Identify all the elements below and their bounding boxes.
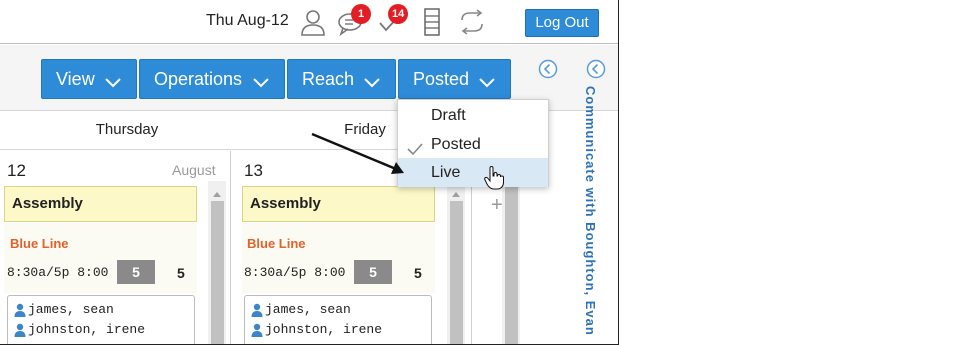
app-window: Thu Aug-12 1 14 Log Out View Operations <box>0 0 619 345</box>
list-item[interactable]: johnston, irene <box>14 322 145 337</box>
shift-time: 8:30a/5p 8:00 <box>244 265 346 280</box>
posted-menu-button[interactable]: Posted <box>398 59 511 99</box>
scrollbar[interactable] <box>502 181 520 344</box>
chevron-down-icon <box>363 73 381 94</box>
collapse-left-icon[interactable] <box>538 59 558 79</box>
scroll-thumb[interactable] <box>450 201 463 344</box>
count-plain: 5 <box>177 265 185 281</box>
day-number: 13 <box>244 161 263 180</box>
view-label: View <box>56 68 95 89</box>
reach-label: Reach <box>302 68 355 89</box>
person-name: johnston, irene <box>265 322 383 337</box>
tasks-badge: 14 <box>388 4 409 24</box>
list-item[interactable]: johnston, irene <box>251 322 382 337</box>
list-icon[interactable] <box>417 7 447 37</box>
event-title[interactable]: Assembly <box>242 186 435 222</box>
event-title[interactable]: Assembly <box>4 186 197 222</box>
day-column-12: 12 August Assembly Blue Line 8:30a/5p 8:… <box>0 151 230 344</box>
people-list: james, sean johnston, irene <box>7 295 195 344</box>
person-name: johnston, irene <box>28 322 146 337</box>
messages-badge: 1 <box>351 4 371 24</box>
count-box: 5 <box>117 260 155 284</box>
people-list: james, sean johnston, irene <box>244 295 432 344</box>
communicate-label[interactable]: Communicate with Boughton, Evan <box>583 86 598 336</box>
count-plain: 5 <box>414 265 422 281</box>
scrollbar[interactable] <box>208 181 226 344</box>
add-event-button[interactable]: + <box>491 194 503 217</box>
person-name: james, sean <box>28 302 114 317</box>
day-number: 12 <box>7 161 26 180</box>
scrollbar[interactable] <box>447 181 465 344</box>
collapse-left-icon[interactable] <box>586 59 606 79</box>
menu-item-posted[interactable]: Posted <box>398 130 548 159</box>
sync-icon[interactable] <box>457 7 487 37</box>
menu-item-label: Live <box>431 164 461 181</box>
menu-item-draft[interactable]: Draft <box>398 101 548 130</box>
user-icon[interactable] <box>298 7 328 37</box>
shift-time: 8:30a/5p 8:00 <box>7 265 109 280</box>
chevron-down-icon <box>478 73 496 94</box>
menu-item-live[interactable]: Live <box>398 158 548 187</box>
reach-menu-button[interactable]: Reach <box>287 59 396 99</box>
scroll-thumb[interactable] <box>505 185 518 344</box>
list-item[interactable]: james, sean <box>251 302 351 317</box>
line-name: Blue Line <box>10 236 69 251</box>
view-menu-button[interactable]: View <box>41 59 137 99</box>
hand-cursor-icon <box>484 165 504 195</box>
top-bar: Thu Aug-12 1 14 Log Out <box>0 0 618 44</box>
operations-menu-button[interactable]: Operations <box>139 59 285 99</box>
scroll-thumb[interactable] <box>211 201 224 344</box>
posted-label: Posted <box>413 68 470 89</box>
line-name: Blue Line <box>247 236 306 251</box>
person-icon <box>14 323 26 337</box>
event-body <box>242 223 435 293</box>
day-header-thursday: Thursday <box>0 112 254 150</box>
menu-item-label: Draft <box>431 107 466 124</box>
person-icon <box>251 303 263 317</box>
person-icon <box>251 323 263 337</box>
list-item[interactable]: james, sean <box>14 302 114 317</box>
posted-dropdown-menu: Draft Posted Live <box>397 99 549 187</box>
column-divider <box>230 151 231 344</box>
menu-item-label: Posted <box>431 136 481 153</box>
person-icon <box>14 303 26 317</box>
chevron-down-icon <box>104 73 122 94</box>
person-name: james, sean <box>265 302 351 317</box>
event-body <box>4 223 197 293</box>
chevron-down-icon <box>252 73 270 94</box>
month-label: August <box>172 162 216 178</box>
count-box: 5 <box>354 260 392 284</box>
logout-button[interactable]: Log Out <box>525 9 599 37</box>
current-date: Thu Aug-12 <box>206 12 289 29</box>
operations-label: Operations <box>154 68 243 89</box>
